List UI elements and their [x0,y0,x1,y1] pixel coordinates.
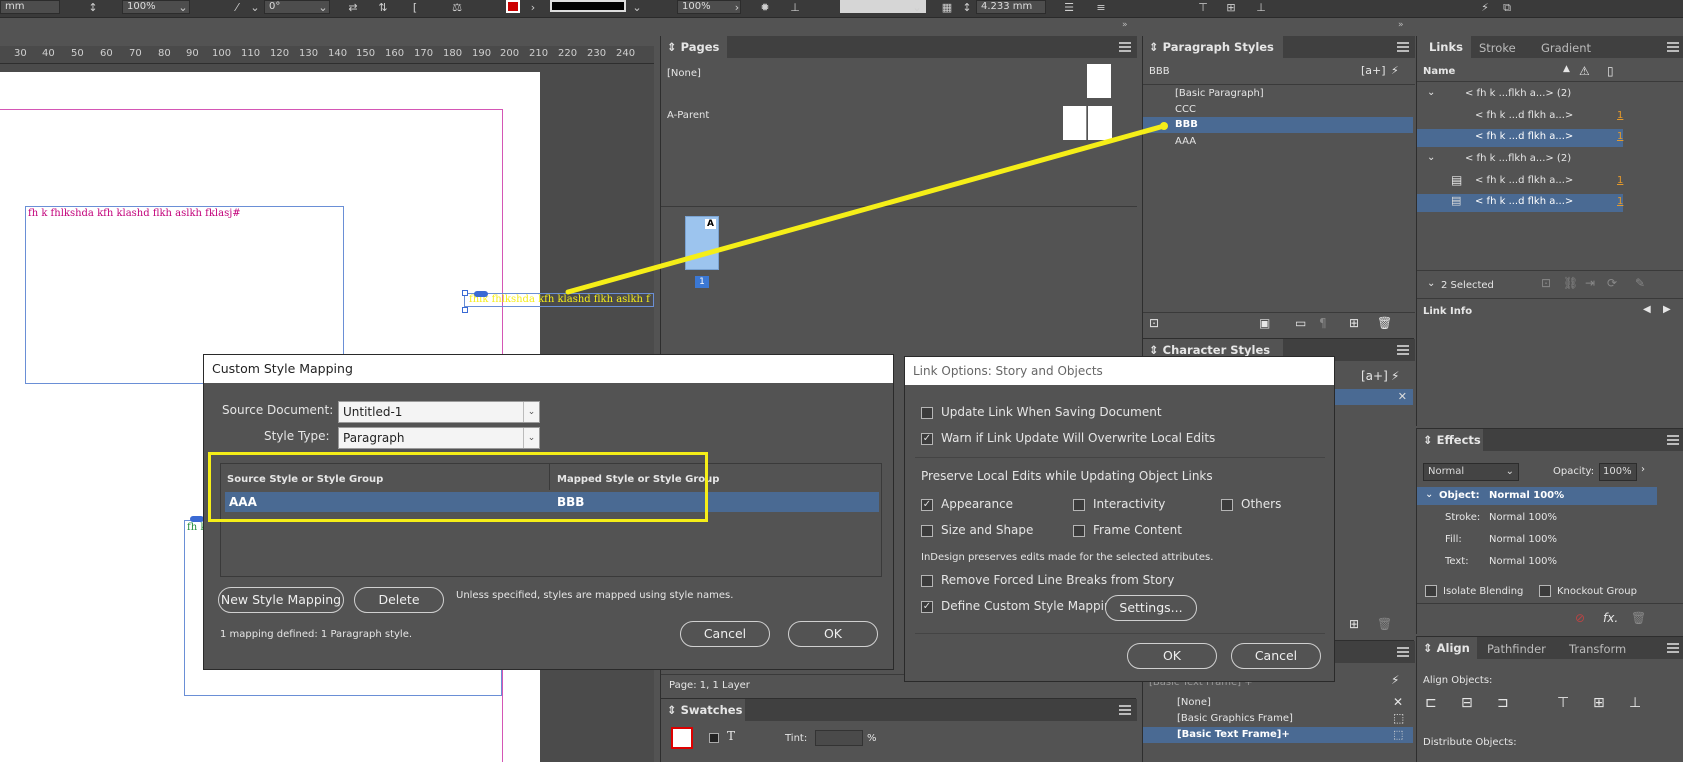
annotation-arrow [565,122,1168,295]
